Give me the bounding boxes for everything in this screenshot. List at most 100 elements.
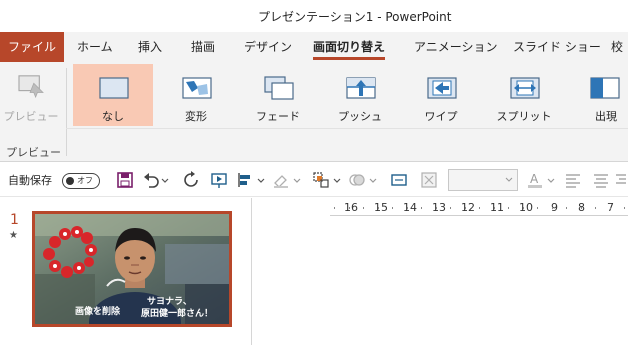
- reveal-transition-icon: [590, 77, 620, 99]
- ruler-minor-tick: [450, 207, 451, 209]
- caption-right-line1: サヨナラ、: [147, 296, 192, 307]
- transition-label: なし: [102, 110, 124, 123]
- ruler-tick: 16: [344, 201, 358, 214]
- ruler-tick: 14: [403, 201, 417, 214]
- fade-transition-icon: [264, 76, 294, 100]
- ruler-minor-tick: [508, 207, 509, 209]
- group-dropdown-icon[interactable]: [332, 171, 342, 189]
- transition-label: 出現: [595, 110, 617, 123]
- ruler-minor-tick: [435, 207, 437, 209]
- slide-image: 画像を削除 サヨナラ、 原田健一郎さん！: [35, 214, 229, 324]
- ruler-minor-tick: [537, 207, 538, 209]
- group-objects-icon[interactable]: [312, 171, 330, 189]
- ruler-minor-tick: [464, 207, 466, 209]
- ruler-tick: 10: [519, 201, 533, 214]
- ruler-tick: 15: [374, 201, 388, 214]
- transition-reveal[interactable]: 出現: [566, 64, 628, 126]
- morph-transition-icon: [182, 77, 212, 99]
- ruler-minor-tick: [609, 207, 611, 209]
- ruler-minor-tick: [566, 207, 567, 209]
- ruler-minor-tick: [392, 207, 393, 209]
- preview-button[interactable]: プレビュー: [0, 64, 62, 126]
- ruler-minor-tick: [406, 207, 408, 209]
- ruler-minor-tick: [363, 207, 364, 209]
- tab-file[interactable]: ファイル: [0, 32, 64, 62]
- transition-label: ワイプ: [424, 110, 458, 123]
- transition-split[interactable]: スプリット: [484, 64, 564, 126]
- push-transition-icon: [346, 77, 376, 99]
- ruler-tick: 13: [432, 201, 446, 214]
- chevron-down-icon: [505, 177, 513, 182]
- ruler-tick: 11: [490, 201, 504, 214]
- shape-fill-icon[interactable]: [272, 171, 290, 189]
- clear-icon[interactable]: [420, 171, 438, 189]
- font-size-box[interactable]: [448, 169, 518, 191]
- slide-number: 1: [10, 212, 19, 228]
- ruler-tick: 12: [461, 201, 475, 214]
- caption-left: 画像を削除: [75, 305, 121, 317]
- undo-dropdown-icon[interactable]: [160, 171, 170, 189]
- shape-fill-dropdown-icon[interactable]: [292, 171, 302, 189]
- save-icon[interactable]: [116, 171, 134, 189]
- slide-thumbnail[interactable]: 画像を削除 サヨナラ、 原田健一郎さん！: [32, 211, 232, 327]
- merge-dropdown-icon[interactable]: [368, 171, 378, 189]
- tab-animations[interactable]: アニメーション: [414, 32, 498, 62]
- transition-wipe[interactable]: ワイプ: [401, 64, 481, 126]
- ruler-minor-tick: [479, 207, 480, 209]
- font-color-icon[interactable]: A: [526, 171, 544, 189]
- none-transition-icon: [99, 77, 129, 99]
- tab-slideshow[interactable]: スライド ショー: [513, 32, 601, 62]
- redo-icon[interactable]: [182, 171, 200, 189]
- autosave-label: 自動保存: [8, 174, 52, 187]
- ruler-minor-tick: [377, 207, 379, 209]
- toggle-knob: [66, 177, 74, 185]
- align-icon[interactable]: [236, 171, 254, 189]
- wipe-transition-icon: [427, 77, 457, 99]
- transition-label: スプリット: [496, 110, 552, 123]
- start-from-beginning-icon[interactable]: [210, 171, 228, 189]
- ruler-minor-tick: [421, 207, 422, 209]
- tab-review[interactable]: 校: [611, 32, 623, 62]
- quick-access-toolbar: 自動保存 オフ A: [0, 163, 628, 197]
- svg-text:A: A: [530, 172, 539, 186]
- split-transition-icon: [510, 77, 540, 99]
- ruler-minor-tick: [522, 207, 524, 209]
- transition-morph[interactable]: 変形: [156, 64, 236, 126]
- ribbon-divider: [66, 128, 628, 129]
- merge-shapes-icon[interactable]: [348, 171, 366, 189]
- preview-group-label: プレビュー: [6, 146, 61, 159]
- text-box-icon[interactable]: [390, 171, 408, 189]
- title-bar: プレゼンテーション1 - PowerPoint: [0, 0, 628, 32]
- ruler-minor-tick: [348, 207, 350, 209]
- transition-label: 変形: [185, 110, 207, 123]
- ruler-minor-tick: [334, 207, 335, 209]
- font-color-dropdown-icon[interactable]: [546, 171, 556, 189]
- align-right-icon[interactable]: [614, 171, 626, 189]
- align-dropdown-icon[interactable]: [256, 171, 266, 189]
- slide-thumbnail-pane: 1 ★ 画像を削除 サヨナラ、 原田健一郎さん！: [0, 198, 252, 345]
- transition-label: プッシュ: [338, 110, 382, 123]
- undo-icon[interactable]: [142, 171, 160, 189]
- ruler-minor-tick: [595, 207, 596, 209]
- caption-right-line2: 原田健一郎さん！: [141, 307, 213, 319]
- align-left-icon[interactable]: [564, 171, 582, 189]
- preview-icon: [18, 75, 44, 98]
- tab-draw[interactable]: 描画: [191, 32, 215, 62]
- transition-label: フェード: [256, 110, 300, 123]
- align-center-icon[interactable]: [592, 171, 610, 189]
- tab-home[interactable]: ホーム: [77, 32, 113, 62]
- tab-design[interactable]: デザイン: [244, 32, 292, 62]
- tab-insert[interactable]: 挿入: [138, 32, 162, 62]
- tab-transitions[interactable]: 画面切り替え: [313, 32, 386, 62]
- preview-label: プレビュー: [3, 110, 59, 123]
- animation-star-icon: ★: [9, 230, 18, 241]
- ruler-minor-tick: [493, 207, 495, 209]
- ribbon-tabs: ファイル ホーム 挿入 描画 デザイン 画面切り替え アニメーション スライド …: [0, 32, 628, 62]
- transition-push[interactable]: プッシュ: [320, 64, 400, 126]
- transition-none[interactable]: なし: [73, 64, 153, 126]
- transition-fade[interactable]: フェード: [238, 64, 318, 126]
- horizontal-ruler: 16 15 14 13 12 11 10 9 8 7: [330, 200, 628, 216]
- autosave-toggle[interactable]: オフ: [62, 173, 100, 189]
- window-title: プレゼンテーション1 - PowerPoint: [258, 10, 452, 24]
- ribbon: プレビュー プレビュー なし 変形 フェード プッシュ ワイプ スプリット 出現: [0, 62, 628, 162]
